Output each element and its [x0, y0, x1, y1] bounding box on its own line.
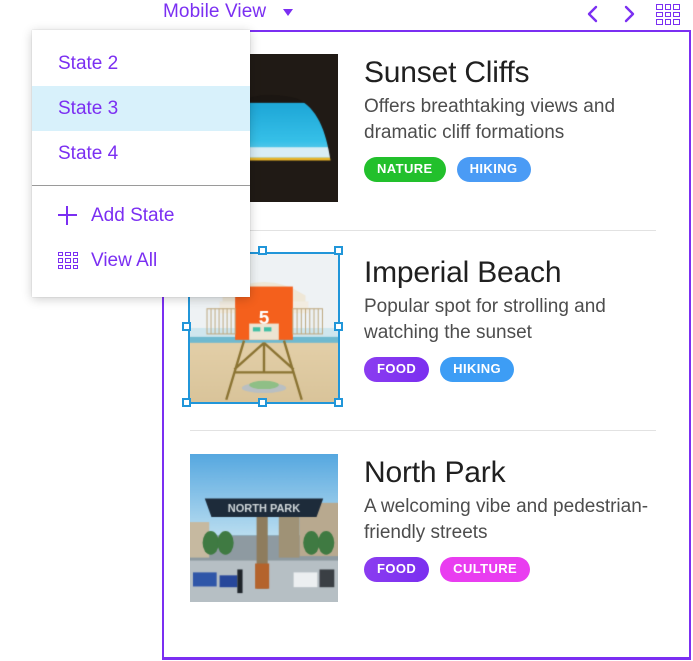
card-divider	[190, 430, 656, 431]
view-all-label: View All	[91, 249, 158, 271]
add-state-button[interactable]: Add State	[32, 193, 250, 238]
state-dropdown-menu[interactable]: State 2 State 3 State 4 Add State View A…	[32, 30, 250, 297]
tag-list: FOOD HIKING	[364, 357, 663, 382]
location-description: Popular spot for strolling and watching …	[364, 296, 606, 343]
grid-view-icon[interactable]	[656, 4, 680, 25]
dropdown-item-state-0[interactable]: State 2	[32, 41, 250, 86]
location-card-text: Imperial Beach Popular spot for strollin…	[338, 254, 663, 382]
tag-badge[interactable]: CULTURE	[440, 557, 531, 582]
app-root: Mobile View Sunset Cliffs Offers breatht…	[0, 0, 693, 661]
location-card-text: Sunset Cliffs Offers breathtaking views …	[338, 54, 663, 182]
resize-handle-w[interactable]	[181, 321, 191, 331]
tag-badge[interactable]: FOOD	[364, 357, 430, 382]
north-park-sign-street-photo[interactable]	[190, 454, 338, 602]
tag-badge[interactable]: FOOD	[364, 557, 430, 582]
resize-handle-se[interactable]	[333, 397, 343, 407]
dropdown-item-label: State 3	[58, 97, 119, 119]
chevron-left-icon[interactable]	[580, 0, 606, 28]
dropdown-item-label: State 4	[58, 142, 119, 164]
thumbnail-canvas	[190, 454, 338, 602]
add-state-label: Add State	[91, 204, 175, 226]
tag-list: FOOD CULTURE	[364, 557, 663, 582]
grid-cell	[664, 19, 672, 25]
location-card[interactable]: North Park A welcoming vibe and pedestri…	[164, 432, 689, 632]
toolbar: Mobile View	[0, 0, 693, 31]
dropdown-item-state-1[interactable]: State 3	[32, 86, 250, 131]
menu-separator	[32, 185, 250, 186]
grid-cell	[673, 4, 680, 10]
tag-list: NATURE HIKING	[364, 157, 663, 182]
resize-handle-e[interactable]	[333, 321, 343, 331]
tag-badge[interactable]: HIKING	[456, 157, 531, 182]
location-title: Sunset Cliffs	[364, 56, 530, 89]
grid-cell	[656, 4, 663, 10]
location-title: Imperial Beach	[364, 256, 562, 289]
resize-handle-ne[interactable]	[333, 245, 343, 255]
location-title: North Park	[364, 456, 506, 489]
location-description: A welcoming vibe and pedestrian-friendly…	[364, 496, 649, 543]
dropdown-item-label: State 2	[58, 52, 119, 74]
location-card-text: North Park A welcoming vibe and pedestri…	[338, 454, 663, 582]
tag-badge[interactable]: HIKING	[440, 357, 515, 382]
grid-cell	[664, 11, 672, 18]
view-all-button[interactable]: View All	[32, 238, 250, 283]
resize-handle-n[interactable]	[257, 245, 267, 255]
chevron-right-icon[interactable]	[616, 0, 642, 28]
plus-icon	[58, 206, 84, 225]
grid-view-icon	[58, 251, 84, 270]
tag-badge[interactable]: NATURE	[364, 157, 446, 182]
location-description: Offers breathtaking views and dramatic c…	[364, 96, 616, 143]
grid-cell	[664, 4, 672, 10]
chevron-down-icon[interactable]	[283, 9, 293, 16]
grid-cell	[656, 11, 663, 18]
dropdown-item-state-2[interactable]: State 4	[32, 131, 250, 176]
card-divider	[190, 230, 656, 231]
grid-cell	[656, 19, 663, 25]
grid-cell	[673, 11, 680, 18]
grid-cell	[673, 19, 680, 25]
location-card-content: North Park A welcoming vibe and pedestri…	[164, 432, 689, 602]
resize-handle-sw[interactable]	[181, 397, 191, 407]
view-mode-selector[interactable]: Mobile View	[163, 1, 266, 23]
resize-handle-s[interactable]	[257, 397, 267, 407]
